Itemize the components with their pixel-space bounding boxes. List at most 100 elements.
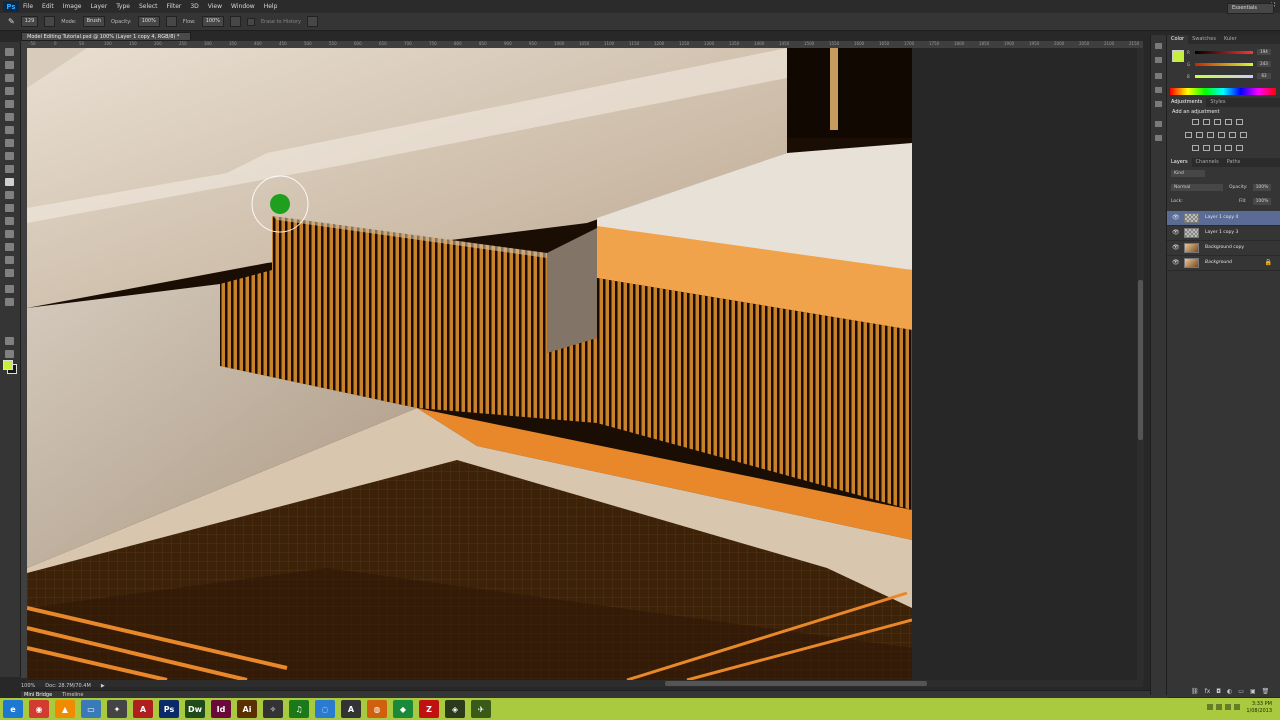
red-value[interactable]: 194 <box>1257 49 1271 55</box>
taskbar-folder-icon[interactable]: ▭ <box>81 700 101 718</box>
menu-filter[interactable]: Filter <box>167 3 182 10</box>
invert-icon[interactable] <box>1192 145 1199 151</box>
foreground-color-swatch[interactable] <box>3 360 13 370</box>
tray-icon[interactable] <box>1207 704 1213 710</box>
vibrance-icon[interactable] <box>1236 119 1243 125</box>
curves-icon[interactable] <box>1214 119 1221 125</box>
levels-icon[interactable] <box>1203 119 1210 125</box>
healing-tool-icon[interactable] <box>5 126 14 134</box>
menu-view[interactable]: View <box>208 3 222 10</box>
taskbar-acrobat-icon[interactable]: A <box>133 700 153 718</box>
color-spectrum[interactable] <box>1170 88 1276 95</box>
black-white-icon[interactable] <box>1207 132 1214 138</box>
workspace-select[interactable]: Essentials <box>1226 3 1274 14</box>
zoom-tool-icon[interactable] <box>5 298 14 306</box>
move-tool-icon[interactable] <box>5 48 14 56</box>
tab-swatches[interactable]: Swatches <box>1188 35 1220 44</box>
hand-tool-icon[interactable] <box>5 285 14 293</box>
taskbar-app2-icon[interactable]: ✧ <box>263 700 283 718</box>
pen-tool-icon[interactable] <box>5 230 14 238</box>
screen-mode-icon[interactable] <box>5 350 14 358</box>
delete-layer-icon[interactable]: 🗑 <box>1262 688 1270 695</box>
history-brush-tool-icon[interactable] <box>5 165 14 173</box>
taskbar-clock[interactable]: 3:33 PM 1/08/2013 <box>1246 701 1272 715</box>
fill-field[interactable]: 100% <box>1253 198 1271 205</box>
color-balance-icon[interactable] <box>1196 132 1203 138</box>
menu-layer[interactable]: Layer <box>90 3 107 10</box>
blur-tool-icon[interactable] <box>5 204 14 212</box>
pressure-size-icon[interactable] <box>306 16 318 27</box>
taskbar-ie-icon[interactable]: e <box>3 700 23 718</box>
marquee-tool-icon[interactable] <box>5 61 14 69</box>
brush-presets-icon[interactable] <box>1155 101 1162 107</box>
horizontal-scroll-thumb[interactable] <box>665 681 927 686</box>
tab-timeline[interactable]: Timeline <box>62 692 83 698</box>
vertical-scroll-thumb[interactable] <box>1138 280 1143 440</box>
zoom-level[interactable]: 100% <box>21 683 35 689</box>
menu-file[interactable]: File <box>23 3 33 10</box>
new-layer-icon[interactable]: ▣ <box>1250 688 1256 695</box>
taskbar-spotify-icon[interactable]: ♫ <box>289 700 309 718</box>
tab-channels[interactable]: Channels <box>1192 158 1223 167</box>
tab-color[interactable]: Color <box>1167 35 1189 44</box>
path-select-tool-icon[interactable] <box>5 256 14 264</box>
taskbar-illustrator-icon[interactable]: Ai <box>237 700 257 718</box>
clone-stamp-tool-icon[interactable] <box>5 152 14 160</box>
blend-mode-select[interactable]: Normal <box>1171 184 1223 191</box>
vertical-scrollbar[interactable] <box>1137 48 1144 680</box>
character-panel-icon[interactable] <box>1155 73 1162 79</box>
pressure-opacity-icon[interactable] <box>165 16 177 27</box>
quick-mask-icon[interactable] <box>5 337 14 345</box>
hue-saturation-icon[interactable] <box>1185 132 1192 138</box>
mode-select[interactable]: Brush <box>82 16 105 27</box>
horizontal-scrollbar[interactable] <box>27 680 1143 687</box>
tray-icon[interactable] <box>1216 704 1222 710</box>
taskbar-app4-icon[interactable]: A <box>341 700 361 718</box>
airbrush-icon[interactable] <box>229 16 241 27</box>
eraser-tool-icon[interactable] <box>5 178 14 186</box>
document-image[interactable] <box>27 48 912 680</box>
menu-select[interactable]: Select <box>139 3 158 10</box>
eraser-tool-icon[interactable]: ✎ <box>8 17 15 26</box>
layer-filter-select[interactable]: Kind <box>1171 170 1205 177</box>
tab-paths[interactable]: Paths <box>1223 158 1245 167</box>
info-panel-icon[interactable] <box>1155 135 1162 141</box>
status-arrow-icon[interactable]: ▶ <box>101 683 105 689</box>
layer-row-background[interactable]: 👁 Background 🔒 <box>1167 256 1280 271</box>
tray-icon[interactable] <box>1234 704 1240 710</box>
red-slider[interactable] <box>1195 51 1253 54</box>
new-group-icon[interactable]: ▭ <box>1238 688 1244 695</box>
quick-select-tool-icon[interactable] <box>5 87 14 95</box>
threshold-icon[interactable] <box>1214 145 1221 151</box>
taskbar-app5-icon[interactable]: ◆ <box>393 700 413 718</box>
tab-styles[interactable]: Styles <box>1206 98 1229 107</box>
tab-mini-bridge[interactable]: Mini Bridge <box>24 692 52 698</box>
tab-adjustments[interactable]: Adjustments <box>1167 98 1207 107</box>
taskbar-vlc-icon[interactable]: ▲ <box>55 700 75 718</box>
document-tab[interactable]: Model Editing Tutorial.psd @ 100% (Layer… <box>21 32 191 41</box>
crop-tool-icon[interactable] <box>5 100 14 108</box>
canvas-area[interactable] <box>27 48 1143 680</box>
visibility-eye-icon[interactable]: 👁 <box>1172 256 1180 270</box>
exposure-icon[interactable] <box>1225 119 1232 125</box>
eyedropper-tool-icon[interactable] <box>5 113 14 121</box>
lasso-tool-icon[interactable] <box>5 74 14 82</box>
opacity-field[interactable]: 100% <box>137 16 160 27</box>
color-lookup-icon[interactable] <box>1240 132 1247 138</box>
taskbar-dreamweaver-icon[interactable]: Dw <box>185 700 205 718</box>
properties-panel-icon[interactable] <box>1155 57 1162 63</box>
shape-tool-icon[interactable] <box>5 269 14 277</box>
add-mask-icon[interactable]: ◘ <box>1216 688 1221 695</box>
gradient-map-icon[interactable] <box>1225 145 1232 151</box>
green-value[interactable]: 243 <box>1257 61 1271 67</box>
menu-window[interactable]: Window <box>231 3 255 10</box>
layer-opacity-field[interactable]: 100% <box>1253 184 1271 191</box>
brush-tool-icon[interactable] <box>5 139 14 147</box>
menu-edit[interactable]: Edit <box>42 3 54 10</box>
layer-row-layer-1-copy-4[interactable]: 👁 Layer 1 copy 4 <box>1167 211 1280 226</box>
taskbar-photoshop-icon[interactable]: Ps <box>159 700 179 718</box>
taskbar-indesign-icon[interactable]: Id <box>211 700 231 718</box>
menu-help[interactable]: Help <box>264 3 278 10</box>
flow-field[interactable]: 100% <box>201 16 224 27</box>
photo-filter-icon[interactable] <box>1218 132 1225 138</box>
